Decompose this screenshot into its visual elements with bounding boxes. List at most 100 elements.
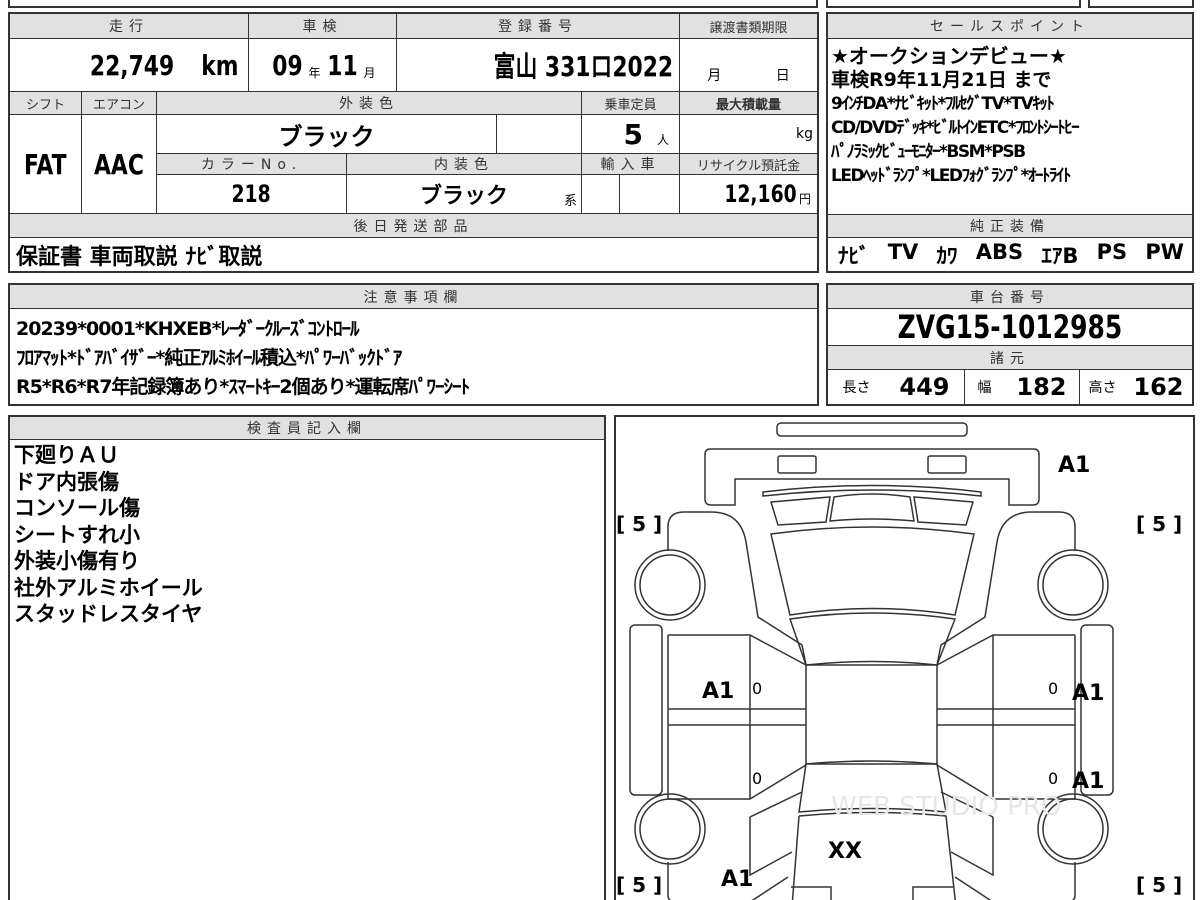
equipment-item: ABS bbox=[975, 240, 1024, 264]
rear-bumper bbox=[791, 886, 953, 900]
damage-diagram: WEB STUDIO PRO [ 5 ] [ 5 ] [ 5 ] [ 5 ] A… bbox=[614, 415, 1195, 900]
equipment-item: ｴｱB bbox=[1041, 244, 1079, 268]
zero-mark: 0 bbox=[752, 769, 763, 788]
registration-cell: 富山 331ロ2022 bbox=[397, 39, 680, 92]
equipment-item: ｶﾜ bbox=[936, 244, 958, 268]
sales-point-line: 車検R9年11月21日 まで bbox=[831, 69, 1052, 91]
inspector-line: 外装小傷有り bbox=[14, 549, 140, 573]
aircon-value: AAC bbox=[94, 147, 144, 181]
equipment-header: 純正装備 bbox=[828, 214, 1192, 238]
sales-points-box: セールスポイント ★オークションデビュー★ 車検R9年11月21日 まで 9ｲﾝ… bbox=[826, 12, 1194, 273]
equipment-item: TV bbox=[887, 240, 919, 264]
height-value: 162 bbox=[1133, 373, 1184, 401]
equipment-item: ﾅﾋﾞ bbox=[838, 244, 870, 268]
inspector-line: コンソール傷 bbox=[14, 496, 140, 520]
registration-value: 富山 331ロ2022 bbox=[493, 50, 673, 83]
hood bbox=[770, 493, 974, 526]
inspection-cell: 09 年 11 月 bbox=[249, 39, 397, 92]
month-unit: 月 bbox=[363, 65, 376, 80]
max-load-unit: kg bbox=[796, 126, 813, 142]
right-front-door-label: A1 bbox=[1072, 681, 1105, 706]
interior-color-cell: ブラック 系 bbox=[347, 175, 582, 214]
left-front-door-label: A1 bbox=[702, 679, 735, 704]
width-cell: 幅 182 bbox=[965, 370, 1080, 404]
exterior-color-header: 外装色 bbox=[157, 92, 582, 115]
length-label: 長さ bbox=[842, 380, 871, 396]
inspection-year: 09 bbox=[271, 48, 303, 82]
later-parts-value: 保証書 車両取説 ﾅﾋﾞ取説 bbox=[16, 244, 263, 270]
chassis-box: 車台番号 ZVG15-1012985 諸元 長さ 449 幅 182 高さ 162 bbox=[826, 283, 1194, 406]
sales-point-line: CD/DVDﾃﾞｯｷ*ﾋﾞﾙﾄｲﾝETC*ﾌﾛﾝﾄｼｰﾄﾋｰ bbox=[831, 118, 1080, 138]
sales-points-list: ★オークションデビュー★ 車検R9年11月21日 まで 9ｲﾝﾁDA*ﾅﾋﾞｷｯ… bbox=[831, 44, 1191, 188]
top-cropped-row bbox=[8, 0, 818, 8]
right-rear-door-label: A1 bbox=[1072, 769, 1105, 794]
interior-color-value: ブラック bbox=[419, 184, 508, 209]
spec-header: 諸元 bbox=[828, 346, 1192, 370]
sales-points-header: セールスポイント bbox=[828, 14, 1192, 39]
equipment-item: PS bbox=[1096, 240, 1128, 264]
recycle-fee-cell: 12,160 円 bbox=[680, 175, 817, 214]
height-cell: 高さ 162 bbox=[1080, 370, 1192, 404]
top-cropped-box-right2 bbox=[1088, 0, 1194, 8]
shift-value: FAT bbox=[24, 147, 67, 181]
mileage-header: 走行 bbox=[10, 14, 249, 39]
max-load-cell: kg bbox=[680, 115, 817, 154]
recycle-fee-value: 12,160 bbox=[724, 180, 797, 208]
import-cell-1 bbox=[582, 175, 620, 214]
vehicle-info-table: 走行 車検 登録番号 譲渡書類期限 22,749 km 09 年 11 月 富山 33… bbox=[8, 12, 819, 273]
recycle-fee-unit: 円 bbox=[798, 191, 811, 206]
right-side bbox=[936, 511, 1114, 900]
deadline-header: 譲渡書類期限 bbox=[680, 14, 817, 39]
shift-cell: FAT bbox=[10, 115, 82, 214]
import-cell-2 bbox=[620, 175, 680, 214]
roof-front bbox=[788, 612, 957, 666]
max-load-header: 最大積載量 bbox=[680, 92, 817, 115]
sales-point-line: ﾊﾟﾉﾗﾐｯｸﾋﾞｭｰﾓﾆﾀｰ*BSM*PSB bbox=[831, 142, 1026, 162]
roof bbox=[805, 664, 938, 765]
side-sill bbox=[629, 624, 663, 796]
later-parts-cell: 保証書 車両取説 ﾅﾋﾞ取説 bbox=[10, 238, 817, 271]
capacity-header: 乗車定員 bbox=[582, 92, 680, 115]
front-bumper bbox=[776, 422, 968, 437]
length-value: 449 bbox=[899, 373, 950, 401]
doors bbox=[667, 634, 807, 800]
inspector-line: ドア内張傷 bbox=[14, 469, 119, 494]
sales-point-line: 9ｲﾝﾁDA*ﾅﾋﾞｷｯﾄ*ﾌﾙｾｸﾞTV*TVｷｯﾄ bbox=[831, 94, 1055, 114]
mileage-cell: 22,749 km bbox=[10, 39, 249, 92]
headlight-left bbox=[777, 455, 817, 474]
color-no-cell: 218 bbox=[157, 175, 347, 214]
deadline-month: 月 bbox=[707, 68, 722, 84]
windshield bbox=[770, 526, 975, 616]
later-parts-header: 後日発送部品 bbox=[10, 214, 817, 238]
mileage-unit: km bbox=[201, 48, 239, 82]
watermark: WEB STUDIO PRO bbox=[831, 792, 1062, 822]
car-outline bbox=[629, 422, 1114, 900]
headlight-right bbox=[927, 455, 967, 474]
equipment-item: PW bbox=[1145, 240, 1184, 264]
zero-mark: 0 bbox=[752, 679, 763, 698]
notes-box: 注意事項欄 20239*0001*KHXEB*ﾚｰﾀﾞｰｸﾙｰｽﾞｺﾝﾄﾛｰﾙ … bbox=[8, 283, 819, 406]
notes-line: ﾌﾛｱﾏｯﾄ*ﾄﾞｱﾊﾞｲｻﾞｰ*純正ｱﾙﾐﾎｲｰﾙ積込*ﾊﾟﾜｰﾊﾞｯｸﾄﾞｱ bbox=[16, 347, 402, 369]
zero-mark: 0 bbox=[1048, 769, 1059, 788]
exterior-color-cell: ブラック bbox=[157, 115, 497, 154]
inspection-header: 車検 bbox=[249, 14, 397, 39]
inspector-line: 下廻りＡＵ bbox=[14, 443, 119, 467]
exterior-color-value: ブラック bbox=[278, 122, 375, 151]
rear-left-wheel bbox=[634, 793, 706, 865]
tread-rear-left: [ 5 ] bbox=[616, 873, 663, 897]
front-panel bbox=[704, 448, 1040, 506]
deadline-cell: 月日 bbox=[680, 39, 817, 92]
inspector-line: 社外アルミホイール bbox=[14, 575, 203, 600]
inspector-box: 検査員記入欄 下廻りＡＵ ドア内張傷 コンソール傷 シートすれ小 外装小傷有り … bbox=[8, 415, 606, 900]
shift-header: シフト bbox=[10, 92, 82, 115]
tread-rear-right: [ 5 ] bbox=[1136, 873, 1183, 897]
year-unit: 年 bbox=[308, 65, 321, 80]
equipment-list: ﾅﾋﾞ TV ｶﾜ ABS ｴｱB PS PW bbox=[838, 240, 1184, 270]
chassis-header: 車台番号 bbox=[828, 285, 1192, 309]
rear-damage-label: XX bbox=[828, 839, 862, 864]
recycle-fee-header: リサイクル預託金 bbox=[680, 154, 817, 175]
aircon-header: エアコン bbox=[82, 92, 157, 115]
length-cell: 長さ 449 bbox=[828, 370, 965, 404]
capacity-unit: 人 bbox=[656, 132, 669, 147]
left-rear-label: A1 bbox=[721, 867, 754, 892]
